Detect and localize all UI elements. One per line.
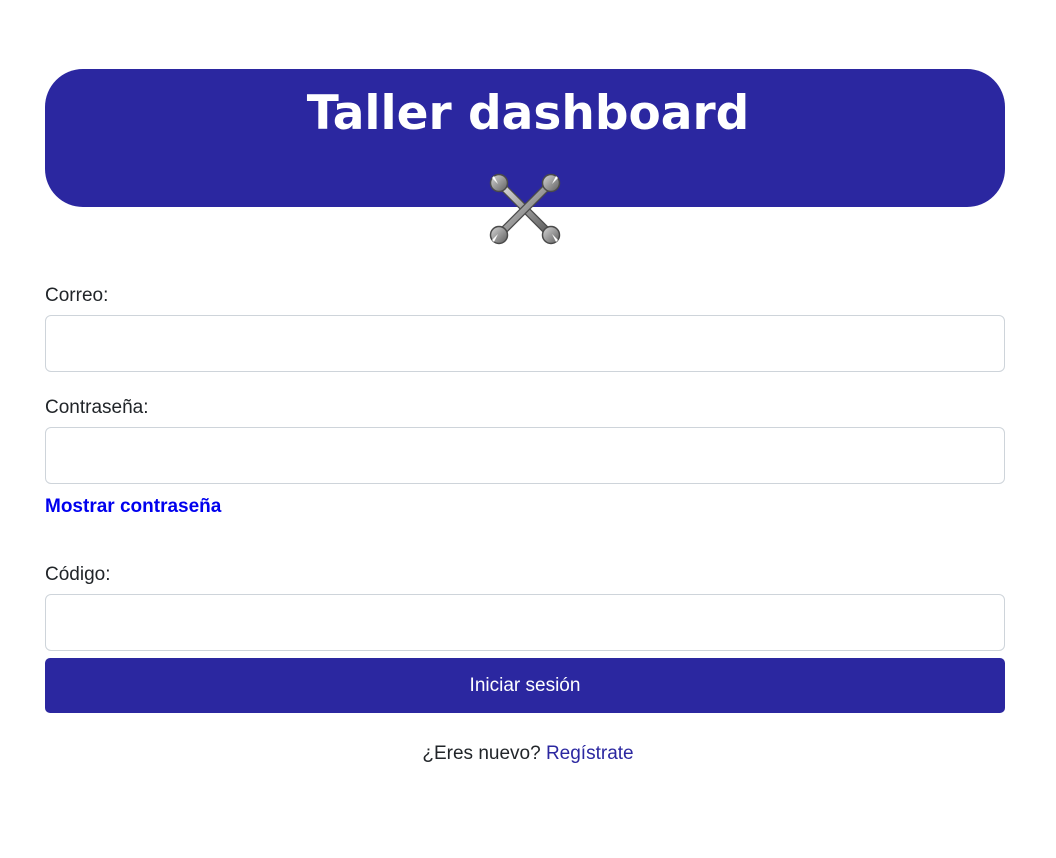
crossed-wrenches-icon (489, 173, 561, 245)
login-button[interactable]: Iniciar sesión (45, 658, 1005, 713)
register-prompt-text: ¿Eres nuevo? (422, 743, 541, 764)
page-title: Taller dashboard (306, 86, 750, 141)
register-prompt-line: ¿Eres nuevo? Regístrate (0, 742, 1056, 766)
password-field[interactable] (45, 427, 1005, 484)
code-label: Código: (45, 564, 111, 585)
email-label: Correo: (45, 285, 109, 306)
code-field[interactable] (45, 594, 1005, 651)
email-field[interactable] (45, 315, 1005, 372)
password-label: Contraseña: (45, 397, 149, 418)
show-password-link[interactable]: Mostrar contraseña (45, 495, 221, 519)
register-link[interactable]: Regístrate (546, 743, 634, 764)
